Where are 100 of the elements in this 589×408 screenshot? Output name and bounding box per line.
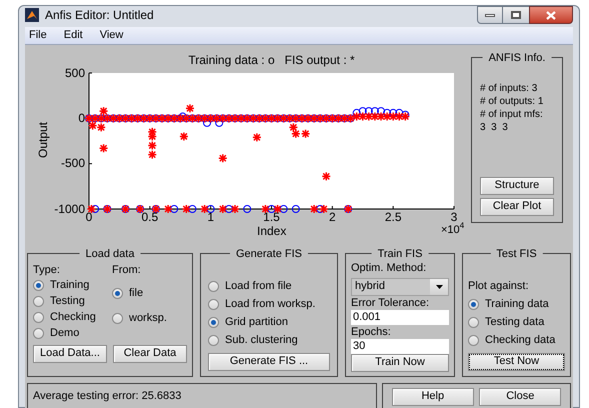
radio-button[interactable]	[112, 313, 123, 324]
data-point	[185, 103, 195, 113]
data-point	[352, 108, 361, 116]
y-axis-label: Output	[35, 121, 52, 158]
radio-label: Checking data	[485, 332, 556, 348]
data-point	[389, 108, 398, 116]
train-now-button[interactable]: Train Now	[351, 354, 449, 372]
data-point	[203, 118, 212, 126]
help-button[interactable]: Help	[392, 388, 474, 406]
info-text: # of input mfs:	[480, 108, 544, 120]
x-tick-label: 1.5	[263, 210, 280, 222]
radio-button[interactable]	[208, 335, 219, 346]
radio-button[interactable]	[468, 316, 479, 328]
test-now-button[interactable]: Test Now	[468, 352, 565, 370]
x-tick-label: 0.5	[141, 210, 158, 222]
radio-label: Checking	[50, 310, 96, 326]
radio-label: Grid partition	[225, 315, 288, 330]
data-point	[88, 120, 98, 130]
radio-button[interactable]	[112, 288, 123, 299]
radio-button[interactable]	[33, 312, 44, 323]
data-point	[98, 106, 108, 116]
data-point	[358, 111, 368, 121]
close-icon	[546, 10, 556, 20]
type-label: Type:	[33, 262, 61, 278]
radio-button[interactable]	[208, 317, 219, 328]
close-button[interactable]	[529, 6, 573, 24]
menu-item[interactable]: Edit	[64, 27, 83, 44]
from-label: From:	[112, 262, 142, 278]
radio-label: Demo	[50, 326, 80, 342]
data-point	[98, 143, 108, 152]
info-text: 3 3 3	[480, 120, 509, 134]
generate-fis-button[interactable]: Generate FIS ...	[208, 352, 330, 370]
data-point	[388, 111, 398, 121]
data-point	[319, 204, 329, 214]
data-point	[401, 110, 410, 118]
data-point	[370, 111, 380, 121]
epochs-field[interactable]: 30	[351, 338, 449, 354]
data-point	[400, 111, 410, 121]
data-point	[218, 204, 228, 214]
axis-exponent: ×10$^{4}$	[441, 224, 464, 236]
window-title: Anfis Editor: Untitled	[45, 7, 154, 24]
radio-label: Testing data	[485, 314, 544, 330]
data-point	[352, 111, 362, 121]
radio-button[interactable]	[33, 328, 44, 339]
close-dialog-button[interactable]: Close	[479, 388, 562, 406]
radio-button[interactable]	[33, 296, 44, 307]
data-point	[300, 128, 310, 138]
app-logo-icon	[25, 8, 39, 22]
data-point	[395, 108, 404, 116]
data-point	[163, 204, 173, 214]
data-point	[260, 204, 270, 214]
radio-button[interactable]	[33, 280, 44, 291]
data-point	[364, 111, 374, 121]
load-data-button[interactable]: Load Data...	[33, 344, 107, 362]
data-point	[272, 204, 282, 214]
method-dropdown[interactable]: hybrid	[351, 278, 449, 296]
data-point	[179, 131, 189, 141]
radio-label: Training	[50, 278, 90, 294]
y-tick-label: -500	[60, 157, 85, 170]
data-point	[182, 204, 192, 214]
data-point	[230, 204, 240, 214]
radio-button[interactable]	[208, 281, 219, 292]
x-axis-label: Index	[257, 224, 286, 236]
data-point	[215, 118, 224, 126]
radio-label: Sub. clustering	[225, 333, 298, 348]
data-point	[394, 111, 404, 121]
structure-button[interactable]: Structure	[480, 176, 554, 194]
data-point	[322, 171, 331, 181]
tolerance-field[interactable]: 0.001	[351, 310, 449, 324]
data-point	[309, 204, 319, 214]
minimize-button[interactable]	[477, 6, 503, 24]
data-point	[96, 122, 106, 132]
radio-button[interactable]	[208, 299, 219, 310]
dropdown-arrow-icon	[436, 284, 442, 288]
data-point	[252, 132, 262, 142]
y-tick-label: 500	[64, 66, 85, 78]
maximize-button[interactable]	[503, 6, 529, 24]
radio-button[interactable]	[468, 334, 479, 346]
data-point	[364, 106, 373, 115]
data-point	[382, 111, 392, 121]
radio-button[interactable]	[468, 298, 479, 310]
menu-item[interactable]: File	[29, 27, 47, 44]
data-point	[370, 106, 379, 115]
data-point	[288, 122, 298, 132]
chart-title: Training data : o FIS output : *	[187, 52, 356, 68]
clear-data-button[interactable]: Clear Data	[113, 344, 187, 362]
data-point	[291, 128, 301, 138]
x-tick-label: 1	[207, 210, 214, 222]
data-point	[218, 152, 228, 162]
status-text: Average testing error: 25.6833	[33, 389, 182, 404]
method-label: Optim. Method:	[351, 262, 428, 274]
menu-item[interactable]: View	[100, 27, 124, 44]
radio-label: worksp.	[129, 311, 167, 326]
data-point	[358, 106, 367, 115]
data-point	[148, 149, 158, 159]
tolerance-label: Error Tolerance:	[351, 296, 430, 310]
clear-plot-button[interactable]: Clear Plot	[480, 198, 554, 216]
data-point	[243, 204, 252, 212]
info-text: # of inputs: 3	[480, 82, 538, 94]
data-point	[376, 111, 386, 121]
